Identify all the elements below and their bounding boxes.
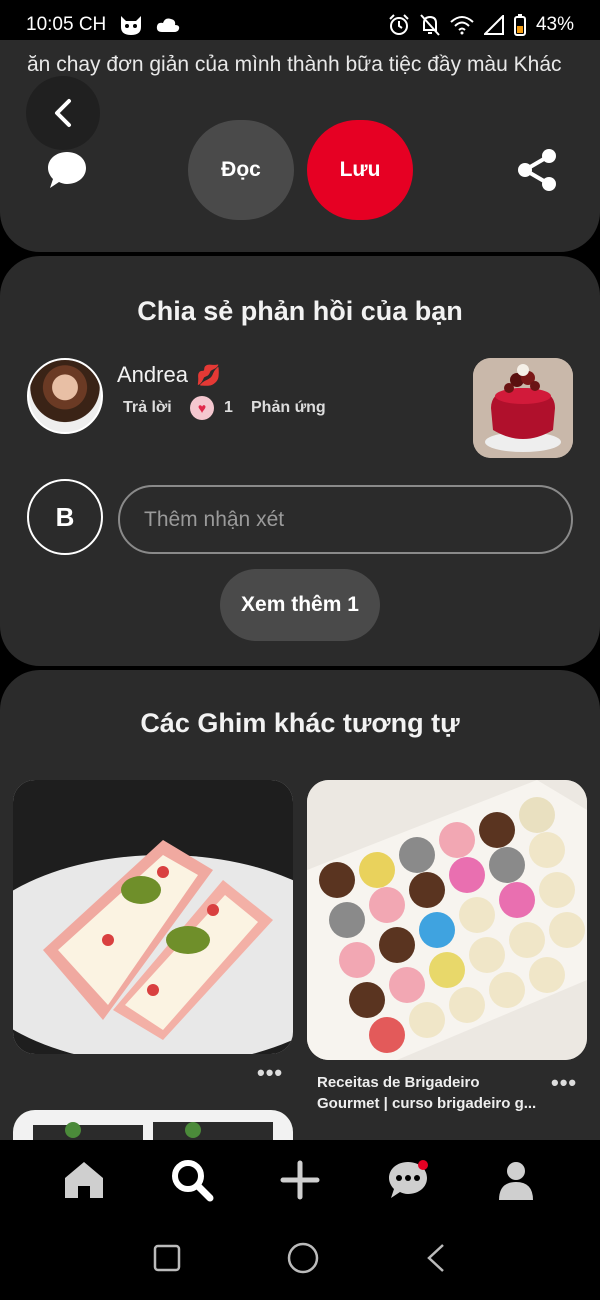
heart-face-icon: ♥: [190, 396, 214, 420]
battery-percent: 43%: [535, 14, 574, 35]
nav-search[interactable]: [162, 1150, 222, 1210]
battery-icon: [513, 14, 526, 36]
home-icon: [65, 1162, 103, 1198]
wifi-icon: [450, 15, 474, 35]
nav-create[interactable]: [270, 1150, 330, 1210]
nav-profile[interactable]: [486, 1150, 546, 1210]
commenter-avatar[interactable]: [27, 358, 103, 434]
commenter-name[interactable]: Andrea: [117, 362, 188, 388]
square-icon: [153, 1244, 181, 1271]
pin-action-card: ăn chay đơn giản của mình thành bữa tiệc…: [0, 40, 600, 252]
speech-bubble-icon: [48, 152, 86, 188]
feedback-section: Chia sẻ phản hồi của bạn Andrea 💋 Trả lờ…: [0, 256, 600, 666]
comment-button[interactable]: [46, 150, 88, 195]
kiss-lips-icon: 💋: [195, 364, 221, 387]
see-more-button[interactable]: Xem thêm 1: [220, 569, 380, 641]
feedback-title: Chia sẻ phản hồi của bạn: [137, 296, 463, 326]
add-comment-input[interactable]: [118, 485, 573, 554]
cloud-icon: [156, 17, 180, 33]
back-button[interactable]: [26, 76, 100, 150]
profile-icon: [499, 1162, 533, 1200]
nav-home[interactable]: [54, 1150, 114, 1210]
pin-more-options-button[interactable]: •••: [257, 1060, 283, 1086]
recents-button[interactable]: [153, 1244, 181, 1277]
circle-icon: [287, 1242, 319, 1273]
pin-more-options-button[interactable]: •••: [551, 1070, 577, 1096]
home-system-button[interactable]: [287, 1242, 319, 1279]
pin-card-brigadeiro[interactable]: [307, 780, 587, 1060]
pin-caption[interactable]: Receitas de Brigadeiro Gourmet | curso b…: [317, 1072, 542, 1114]
plus-icon: [280, 1160, 320, 1200]
react-link[interactable]: Phản ứng: [251, 399, 326, 417]
bell-off-icon: [420, 14, 440, 36]
notification-dot: [418, 1160, 428, 1170]
pin-card-sandwich[interactable]: [13, 780, 293, 1054]
alarm-icon: [388, 14, 410, 36]
read-button[interactable]: Đọc: [188, 120, 294, 220]
commenter-name-row: Andrea 💋: [117, 362, 221, 388]
reaction-count[interactable]: ♥ 1: [190, 396, 233, 420]
bottom-navigation: [0, 1140, 600, 1220]
triangle-back-icon: [427, 1243, 444, 1272]
back-system-button[interactable]: [425, 1243, 447, 1278]
reply-link[interactable]: Trả lời: [123, 399, 172, 417]
cat-face-icon: [118, 14, 144, 36]
system-navigation-bar: [0, 1220, 600, 1300]
current-user-avatar[interactable]: B: [27, 479, 103, 555]
search-icon: [172, 1160, 214, 1202]
reaction-count-value: 1: [224, 399, 233, 416]
pin-description: ăn chay đơn giản của mình thành bữa tiệc…: [27, 53, 562, 76]
comment-photo[interactable]: [473, 358, 573, 458]
similar-pins-title: Các Ghim khác tương tự: [140, 708, 460, 738]
status-time: 10:05 CH: [26, 14, 107, 35]
share-button[interactable]: [516, 148, 558, 197]
cell-signal-icon: [483, 15, 504, 35]
chevron-left-icon: [55, 99, 71, 127]
save-button[interactable]: Lưu: [307, 120, 413, 220]
nav-messages[interactable]: [378, 1150, 438, 1210]
share-icon: [518, 149, 556, 191]
